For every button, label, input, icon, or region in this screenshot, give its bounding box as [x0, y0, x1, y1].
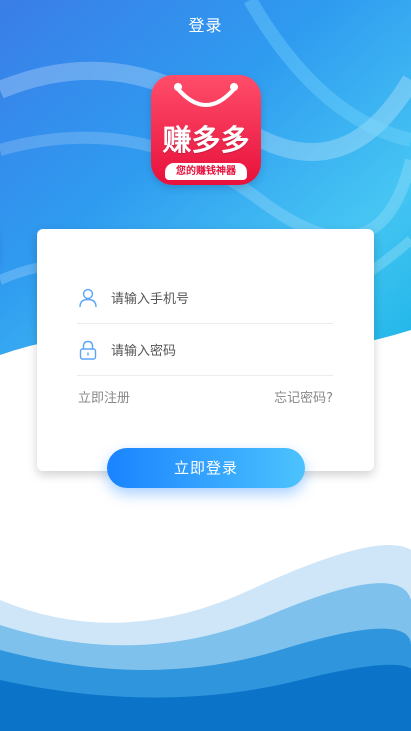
- login-card: 立即注册 忘记密码?: [37, 229, 374, 471]
- logo-slogan: 您的赚钱神器: [165, 163, 247, 180]
- page-title: 登录: [188, 16, 223, 35]
- password-field: [77, 325, 333, 376]
- app-logo: 赚多多 您的赚钱神器: [151, 75, 261, 185]
- login-button[interactable]: 立即登录: [107, 448, 305, 488]
- phone-input[interactable]: [109, 286, 333, 312]
- bag-handle-icon: [174, 83, 238, 107]
- phone-field: [77, 273, 333, 324]
- lock-icon: [79, 340, 97, 360]
- register-link[interactable]: 立即注册: [78, 387, 130, 406]
- password-input[interactable]: [109, 338, 333, 364]
- forgot-password-link[interactable]: 忘记密码?: [274, 387, 333, 406]
- logo-main-text: 赚多多: [162, 123, 250, 157]
- user-icon: [79, 288, 97, 308]
- login-screen: 登录 赚多多 您的赚钱神器 立即注册 忘: [0, 0, 411, 731]
- bottom-wave-background: [0, 545, 411, 731]
